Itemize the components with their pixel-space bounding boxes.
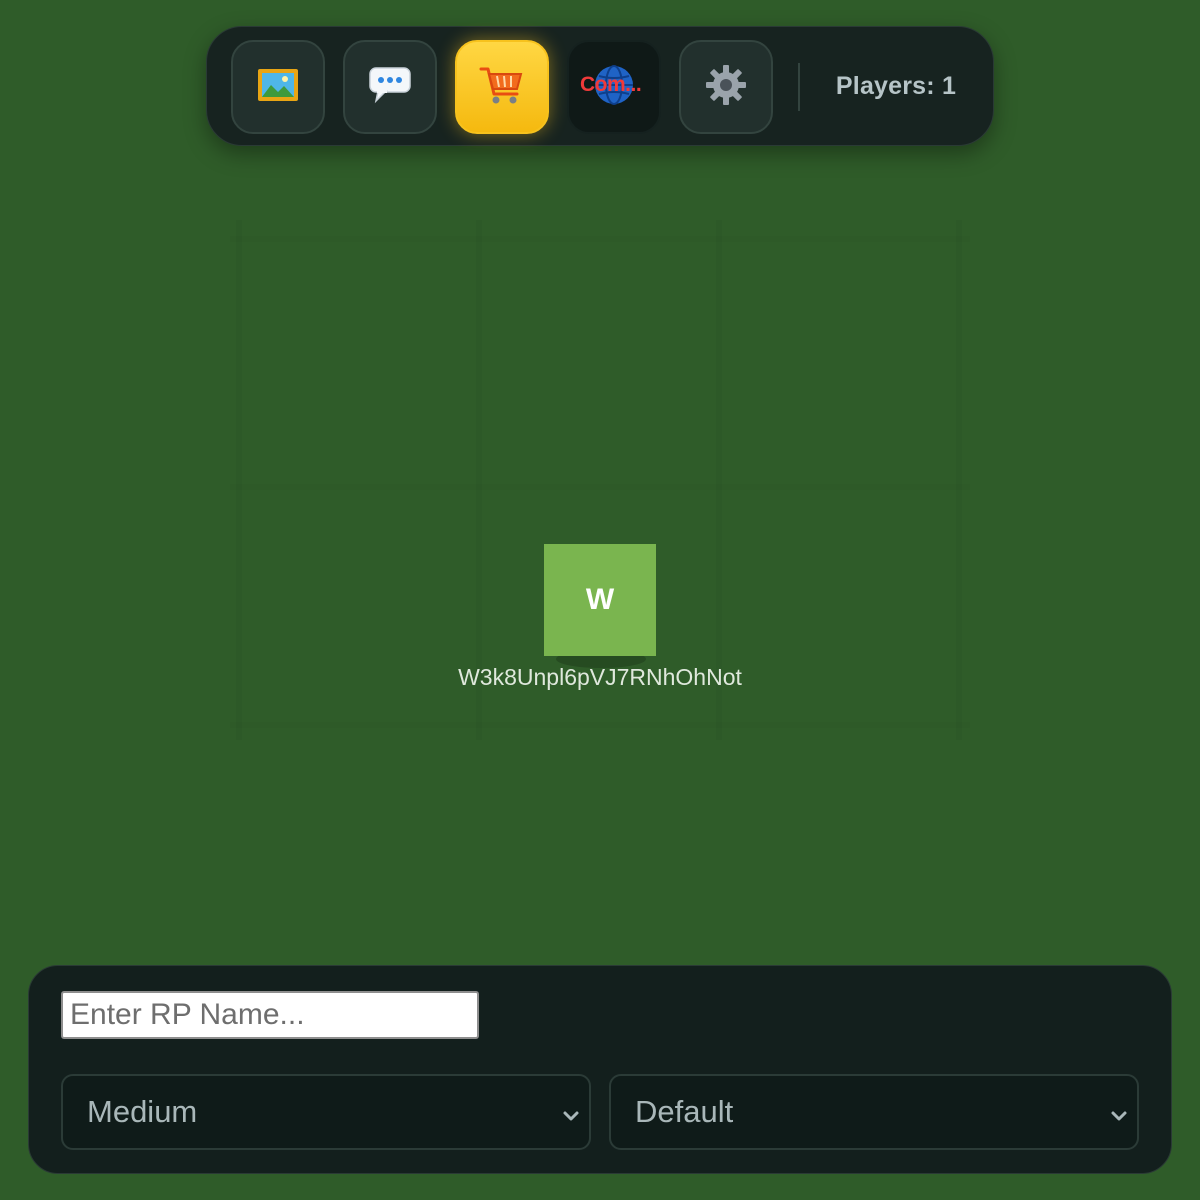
shopping-cart-icon bbox=[479, 64, 525, 111]
chat-button[interactable] bbox=[343, 40, 437, 134]
grid-line bbox=[716, 220, 722, 740]
player-name-label: W3k8Unpl6pVJ7RNhOhNot bbox=[458, 664, 742, 690]
size-select[interactable]: Medium bbox=[61, 1074, 591, 1150]
chevron-down-icon bbox=[1107, 1100, 1131, 1124]
player-avatar[interactable]: W bbox=[544, 544, 656, 656]
speech-bubble-icon bbox=[368, 66, 412, 109]
toolbar-divider bbox=[798, 63, 800, 111]
player-initial: W bbox=[585, 583, 615, 616]
grid-line bbox=[476, 220, 482, 740]
customization-panel: Medium Default bbox=[28, 965, 1172, 1174]
gallery-button[interactable] bbox=[231, 40, 325, 134]
chevron-down-icon bbox=[559, 1100, 583, 1124]
size-select-value: Medium bbox=[87, 1094, 198, 1129]
grid-line bbox=[230, 722, 970, 728]
settings-button[interactable] bbox=[679, 40, 773, 134]
community-button[interactable]: Com... bbox=[567, 40, 661, 134]
shop-button[interactable] bbox=[455, 40, 549, 134]
gear-icon bbox=[705, 64, 747, 111]
framed-picture-icon bbox=[257, 68, 299, 107]
grid-line bbox=[956, 220, 962, 740]
community-label: Com... bbox=[580, 73, 642, 96]
grid-line bbox=[230, 236, 970, 242]
player-count: Players: 1 bbox=[835, 71, 957, 100]
style-select[interactable]: Default bbox=[609, 1074, 1139, 1150]
grid-line bbox=[236, 220, 242, 740]
rp-name-input[interactable] bbox=[61, 991, 479, 1039]
top-toolbar: Com... Players: 1 bbox=[206, 26, 994, 146]
community-globe: Com... bbox=[574, 57, 654, 117]
style-select-value: Default bbox=[635, 1094, 734, 1129]
grid-line bbox=[230, 484, 970, 490]
